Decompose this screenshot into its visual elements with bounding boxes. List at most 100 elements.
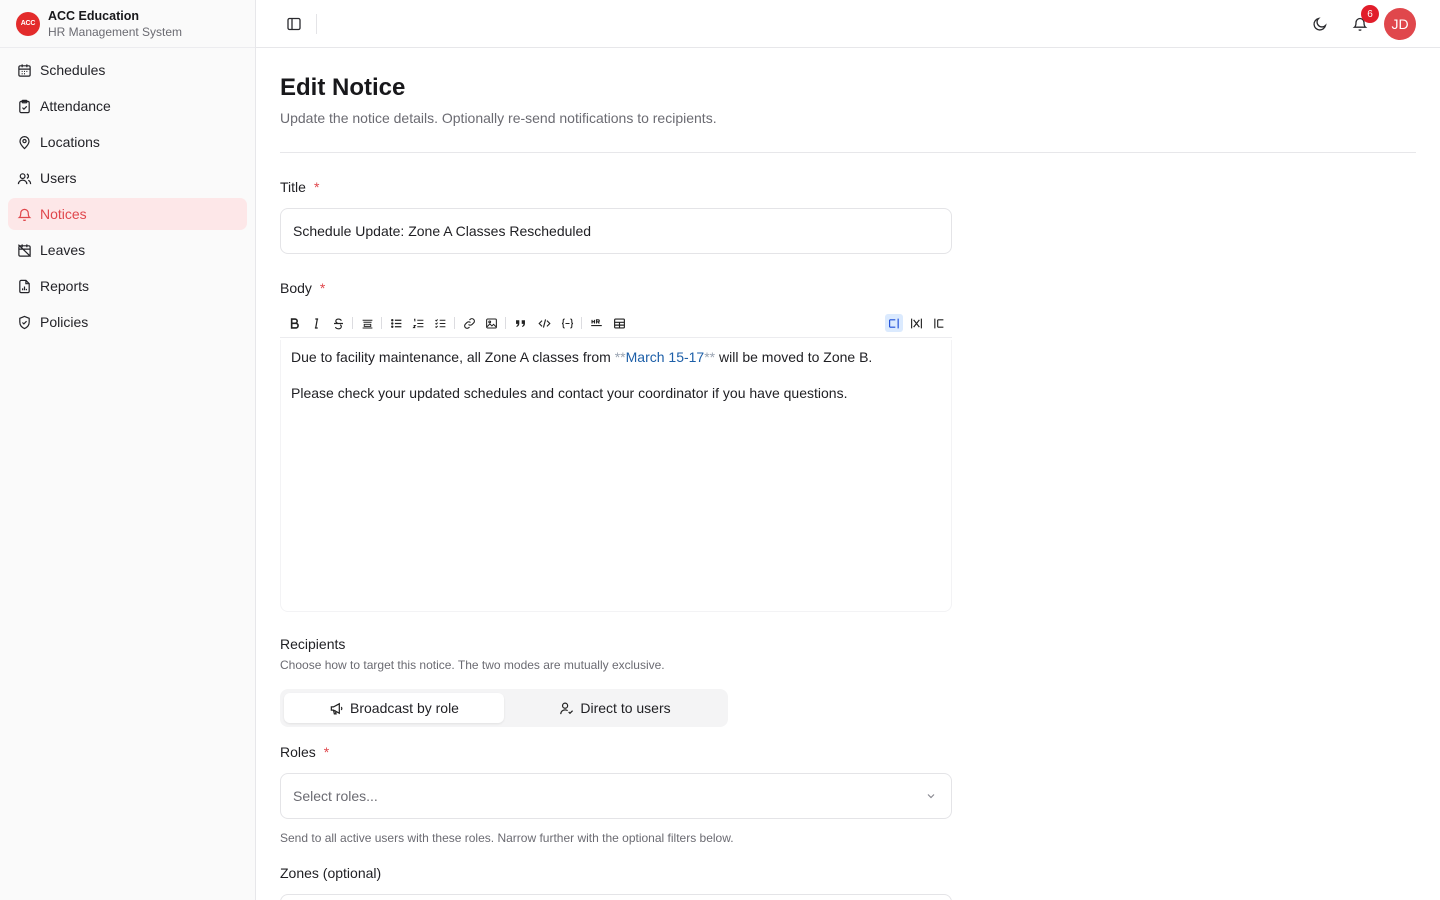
zones-label: Zones (optional) xyxy=(280,865,382,881)
roles-help-text: Send to all active users with these role… xyxy=(280,831,734,845)
sidebar-item-notices[interactable]: Notices xyxy=(8,198,247,230)
shield-check-icon xyxy=(19,315,30,329)
code-icon xyxy=(537,318,551,328)
body-editor[interactable]: Due to facility maintenance, all Zone A … xyxy=(280,340,952,612)
panel-left-icon xyxy=(287,17,301,31)
body-p1-before: Due to facility maintenance, all Zone A … xyxy=(291,349,615,365)
image-button[interactable] xyxy=(482,314,500,332)
strikethrough-button[interactable] xyxy=(329,314,347,332)
direct-to-users-button[interactable]: Direct to users xyxy=(506,693,724,723)
chevron-down-icon xyxy=(927,794,935,799)
sidebar-item-label: Notices xyxy=(40,206,87,222)
italic-button[interactable] xyxy=(307,314,325,332)
title-input[interactable] xyxy=(280,208,952,254)
recipients-description: Choose how to target this notice. The tw… xyxy=(280,658,665,672)
calendar-icon xyxy=(18,63,31,77)
text-wrap-left-icon xyxy=(888,318,899,328)
body-paragraph-2: Please check your updated schedules and … xyxy=(291,385,848,401)
sidebar-item-users[interactable]: Users xyxy=(8,162,247,194)
image-icon xyxy=(485,318,497,328)
body-paragraph-1: Due to facility maintenance, all Zone A … xyxy=(291,346,941,368)
highlight-button[interactable] xyxy=(358,314,376,332)
brand-logo: ACC xyxy=(16,11,40,36)
broadcast-by-role-label: Broadcast by role xyxy=(350,700,459,716)
align-left-button[interactable] xyxy=(885,314,903,332)
map-pin-icon xyxy=(19,135,30,149)
required-mark: * xyxy=(313,179,320,195)
sidebar-item-reports[interactable]: Reports xyxy=(8,270,247,302)
toolbar-separator xyxy=(381,317,382,329)
toolbar-separator xyxy=(505,317,506,329)
sidebar-item-label: Locations xyxy=(40,134,100,150)
sidebar-nav: Schedules Attendance Locations Users Not… xyxy=(0,48,255,348)
blockquote-button[interactable] xyxy=(511,314,529,332)
toolbar-separator xyxy=(581,317,582,329)
topbar-divider xyxy=(316,14,317,34)
link-icon xyxy=(463,317,475,329)
sidebar-item-attendance[interactable]: Attendance xyxy=(8,90,247,122)
moon-icon xyxy=(1313,17,1327,31)
avatar[interactable]: JD xyxy=(1384,8,1416,40)
brand[interactable]: ACC ACC Education HR Management System xyxy=(0,0,255,48)
code-block-button[interactable] xyxy=(558,314,576,332)
sidebar: ACC ACC Education HR Management System S… xyxy=(0,0,256,900)
sidebar-item-label: Leaves xyxy=(40,242,86,258)
roles-label-text: Roles xyxy=(280,744,316,760)
theme-toggle-button[interactable] xyxy=(1310,14,1330,34)
bell-icon xyxy=(17,208,32,221)
editor-toolbar xyxy=(280,314,952,338)
link-button[interactable] xyxy=(460,314,478,332)
roles-placeholder: Select roles... xyxy=(293,788,378,804)
quote-icon xyxy=(515,319,525,327)
code-button[interactable] xyxy=(535,314,553,332)
notification-count-badge: 6 xyxy=(1361,5,1379,23)
bullet-list-button[interactable] xyxy=(387,314,405,332)
sidebar-item-label: Policies xyxy=(40,314,89,330)
toolbar-separator xyxy=(454,317,455,329)
roles-label: Roles * xyxy=(280,744,329,760)
sidebar-toggle-button[interactable] xyxy=(284,14,304,34)
title-label: Title * xyxy=(280,179,319,195)
strikethrough-icon xyxy=(333,317,343,329)
sidebar-item-schedules[interactable]: Schedules xyxy=(8,54,247,86)
users-icon xyxy=(17,172,32,184)
broadcast-by-role-button[interactable]: Broadcast by role xyxy=(284,693,504,723)
recipient-mode-toggle: Broadcast by role Direct to users xyxy=(280,689,728,727)
sidebar-item-label: Schedules xyxy=(40,62,106,78)
toolbar-separator xyxy=(352,317,353,329)
sidebar-item-policies[interactable]: Policies xyxy=(8,306,247,338)
body-p1-after: will be moved to Zone B. xyxy=(715,349,873,365)
sidebar-item-label: Reports xyxy=(40,278,90,294)
sidebar-item-locations[interactable]: Locations xyxy=(8,126,247,158)
bold-button[interactable] xyxy=(285,314,303,332)
recipients-title: Recipients xyxy=(280,636,346,652)
page-title: Edit Notice xyxy=(280,74,406,101)
align-center-button[interactable] xyxy=(907,314,925,332)
sidebar-item-label: Users xyxy=(40,170,77,186)
highlight-icon xyxy=(362,319,372,328)
sidebar-item-leaves[interactable]: Leaves xyxy=(8,234,247,266)
table-icon xyxy=(613,317,625,329)
body-label: Body * xyxy=(280,280,325,296)
horizontal-rule-icon xyxy=(590,318,602,326)
body-p1-highlight: March 15-17 xyxy=(625,349,705,365)
brand-text: ACC Education HR Management System xyxy=(48,8,182,40)
task-list-button[interactable] xyxy=(431,314,449,332)
bold-icon xyxy=(290,317,299,329)
title-label-text: Title xyxy=(280,179,306,195)
task-list-icon xyxy=(434,318,445,328)
required-mark: * xyxy=(319,280,326,296)
code-block-icon xyxy=(561,318,573,328)
sidebar-item-label: Attendance xyxy=(40,98,111,114)
text-wrap-center-icon xyxy=(910,318,922,328)
horizontal-rule-button[interactable] xyxy=(587,314,605,332)
ordered-list-icon xyxy=(412,318,423,328)
table-button[interactable] xyxy=(610,314,628,332)
roles-select[interactable]: Select roles... xyxy=(280,773,952,819)
megaphone-icon xyxy=(330,702,343,714)
zones-select[interactable] xyxy=(280,894,952,900)
header-divider xyxy=(280,152,1416,153)
ordered-list-button[interactable] xyxy=(409,314,427,332)
calendar-off-icon xyxy=(17,243,32,257)
align-right-button[interactable] xyxy=(929,314,947,332)
